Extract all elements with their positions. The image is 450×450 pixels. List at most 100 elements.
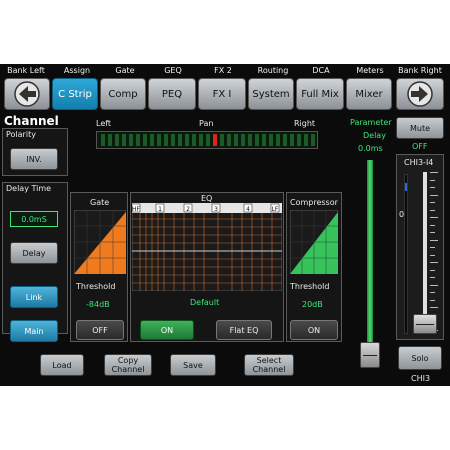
eq-band-label: LF <box>272 206 279 213</box>
parameter-name: Delay <box>363 131 386 140</box>
fader-tick <box>430 247 435 248</box>
geq-label: GEQ <box>164 66 182 75</box>
fader-tick <box>430 224 435 226</box>
pan-segment <box>199 134 203 146</box>
pan-segment <box>150 134 154 146</box>
bank-right-label: Bank Right <box>398 66 442 75</box>
pan-segment <box>108 134 112 146</box>
tab-comp[interactable]: Comp <box>100 78 146 110</box>
eq-band-label: 3 <box>214 206 218 213</box>
delay-time-label: Delay Time <box>6 184 52 193</box>
fader-tick <box>430 262 438 263</box>
fader-tick <box>430 307 438 308</box>
pan-segment <box>164 134 168 146</box>
eq-band-label: HF <box>132 206 141 213</box>
pan-meter[interactable] <box>96 131 318 149</box>
eq-graph[interactable]: HF 1 2 3 4 LF <box>132 203 282 291</box>
fader-tick <box>430 179 435 181</box>
pan-segment <box>136 134 140 146</box>
parameter-fader-track[interactable] <box>367 160 373 342</box>
fx2-label: FX 2 <box>214 66 232 75</box>
level-meter <box>404 174 408 334</box>
tab-mixer[interactable]: Mixer <box>346 78 392 110</box>
dca-label: DCA <box>312 66 330 75</box>
pan-segment <box>311 134 315 146</box>
pan-segment <box>248 134 252 146</box>
pan-segment <box>115 134 119 146</box>
delay-button[interactable]: Delay <box>10 242 58 264</box>
channel-name-label: CHI3 <box>411 374 431 383</box>
main-button[interactable]: Main <box>10 320 58 342</box>
assign-label: Assign <box>63 66 91 75</box>
pan-segment <box>290 134 294 146</box>
fader-tick <box>430 217 438 218</box>
pan-segment <box>122 134 126 146</box>
polarity-label: Polarity <box>6 130 36 139</box>
pan-segment <box>192 134 196 146</box>
page-title: Channel <box>4 114 59 128</box>
delay-time-value: 0.0mS <box>10 211 58 227</box>
load-button[interactable]: Load <box>40 354 84 376</box>
pan-segment <box>171 134 175 146</box>
pan-segment <box>262 134 266 146</box>
pan-right-label: Right <box>294 119 316 128</box>
pan-segment <box>241 134 245 146</box>
bank-right-button[interactable] <box>396 78 444 110</box>
gate-threshold-value: -84dB <box>86 300 110 309</box>
fader-tick <box>430 232 435 233</box>
channel-fader-knob[interactable] <box>413 314 437 334</box>
parameter-fader-knob[interactable] <box>360 342 380 368</box>
channel-screen: Bank Left Assign Gate GEQ FX 2 Routing D… <box>0 64 450 386</box>
eq-band-label: 4 <box>246 206 250 213</box>
solo-button[interactable]: Solo <box>398 346 442 370</box>
pan-segment <box>255 134 259 146</box>
flat-eq-button[interactable]: Flat EQ <box>216 320 272 340</box>
parameter-value: 0.0ms <box>358 144 383 153</box>
mute-state: OFF <box>412 142 428 151</box>
eq-band-label: 1 <box>158 206 162 213</box>
eq-preset-label: Default <box>190 298 220 307</box>
save-button[interactable]: Save <box>170 354 216 376</box>
pan-segment <box>297 134 301 146</box>
routing-label: Routing <box>257 66 289 75</box>
fader-tick <box>430 202 435 203</box>
arrow-left-icon <box>14 81 40 107</box>
fader-tick <box>430 172 438 173</box>
select-channel-button[interactable]: Select Channel <box>244 354 294 376</box>
pan-label: Pan <box>199 119 214 128</box>
pan-segment <box>185 134 189 146</box>
tab-fx1[interactable]: FX I <box>198 78 246 110</box>
copy-channel-button[interactable]: Copy Channel <box>104 354 152 376</box>
tab-full-mix[interactable]: Full Mix <box>296 78 344 110</box>
arrow-right-icon <box>407 81 433 107</box>
mute-button[interactable]: Mute <box>396 117 444 139</box>
eq-band-label: 2 <box>186 206 190 213</box>
tab-c-strip[interactable]: C Strip <box>52 78 98 110</box>
eq-on-button[interactable]: ON <box>140 320 194 340</box>
fader-tick <box>430 292 435 293</box>
pan-left-label: Left <box>96 119 112 128</box>
fader-tick <box>430 299 435 301</box>
fader-zero-label: 0 <box>399 210 405 219</box>
pan-segment <box>283 134 287 146</box>
eq-band-strip <box>132 203 282 213</box>
channel-fader-track[interactable] <box>423 172 427 334</box>
fader-tick <box>430 194 438 196</box>
pan-segment <box>101 134 105 146</box>
pan-segment <box>227 134 231 146</box>
bank-left-label: Bank Left <box>7 66 45 75</box>
gate-title: Gate <box>90 198 110 207</box>
inv-button[interactable]: INV. <box>10 148 58 170</box>
link-button[interactable]: Link <box>10 286 58 308</box>
fader-tick <box>430 239 438 241</box>
compressor-threshold-value: 20dB <box>302 300 323 309</box>
bank-left-button[interactable] <box>4 78 50 110</box>
gate-off-button[interactable]: OFF <box>76 320 124 340</box>
pan-segment <box>220 134 224 146</box>
tab-system[interactable]: System <box>248 78 294 110</box>
tab-peq[interactable]: PEQ <box>148 78 196 110</box>
pan-segment <box>213 134 217 146</box>
compressor-on-button[interactable]: ON <box>290 320 338 340</box>
pan-segment <box>178 134 182 146</box>
eq-graph-bg <box>132 203 282 291</box>
